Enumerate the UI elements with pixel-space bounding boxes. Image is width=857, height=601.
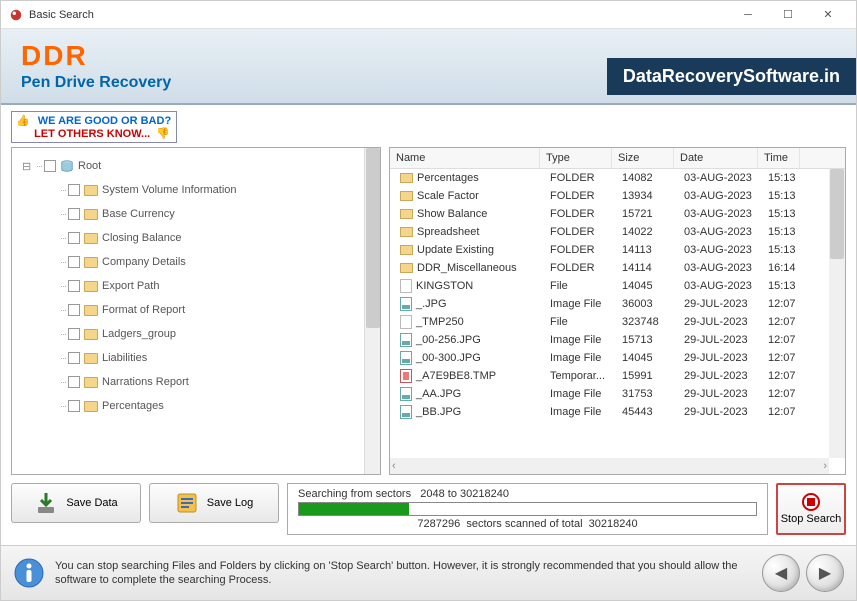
folder-icon <box>400 173 413 183</box>
tree-item[interactable]: ···Liabilities <box>18 346 356 370</box>
back-button[interactable]: ◀ <box>762 554 800 592</box>
folder-icon <box>84 401 98 412</box>
save-data-icon <box>34 491 58 515</box>
folder-icon <box>400 263 413 273</box>
tree-item[interactable]: ···System Volume Information <box>18 178 356 202</box>
table-row[interactable]: _TMP250File32374829-JUL-202312:07 <box>390 313 845 331</box>
table-row[interactable]: _A7E9BE8.TMPTemporar...1599129-JUL-20231… <box>390 367 845 385</box>
save-data-label: Save Data <box>66 497 117 509</box>
tmp-icon <box>400 369 412 383</box>
app-icon <box>9 8 23 22</box>
minimize-button[interactable]: ─ <box>728 3 768 27</box>
save-data-button[interactable]: Save Data <box>11 483 141 523</box>
stop-search-label: Stop Search <box>781 513 842 525</box>
folder-icon <box>84 209 98 220</box>
stop-icon <box>802 493 820 511</box>
col-time[interactable]: Time <box>758 148 800 168</box>
close-button[interactable]: ✕ <box>808 3 848 27</box>
progress-bar <box>298 502 757 516</box>
thumbs-down-icon: 👎 <box>156 128 170 140</box>
table-row[interactable]: Scale FactorFOLDER1393403-AUG-202315:13 <box>390 187 845 205</box>
list-scrollbar-vertical[interactable] <box>829 169 845 458</box>
back-arrow-icon: ◀ <box>775 563 787 583</box>
tree-item[interactable]: ···Base Currency <box>18 202 356 226</box>
save-log-label: Save Log <box>207 497 253 509</box>
window-title: Basic Search <box>29 9 728 21</box>
col-size[interactable]: Size <box>612 148 674 168</box>
folder-icon <box>400 191 413 201</box>
list-header: Name Type Size Date Time <box>390 148 845 169</box>
table-row[interactable]: Update ExistingFOLDER1411303-AUG-202315:… <box>390 241 845 259</box>
progress-range: 2048 to 30218240 <box>420 488 509 500</box>
folder-icon <box>84 281 98 292</box>
doc-icon <box>400 279 412 293</box>
folder-icon <box>84 185 98 196</box>
info-icon <box>13 557 45 589</box>
promo-line1: WE ARE GOOD OR BAD? <box>38 115 171 127</box>
file-list-panel: Name Type Size Date Time PercentagesFOLD… <box>389 147 846 475</box>
website-label: DataRecoverySoftware.in <box>607 58 856 95</box>
progress-panel: Searching from sectors 2048 to 30218240 … <box>287 483 768 535</box>
table-row[interactable]: DDR_MiscellaneousFOLDER1411403-AUG-20231… <box>390 259 845 277</box>
img-icon <box>400 333 412 347</box>
footer-tip: You can stop searching Files and Folders… <box>55 559 752 588</box>
folder-icon <box>400 209 413 219</box>
folder-icon <box>400 227 413 237</box>
thumbs-up-icon: 👍 <box>16 115 30 127</box>
tree-item[interactable]: ···Format of Report <box>18 298 356 322</box>
folder-tree-panel: ⊟···Root···System Volume Information···B… <box>11 147 381 475</box>
promo-line2: LET OTHERS KNOW... <box>34 128 150 140</box>
table-row[interactable]: Show BalanceFOLDER1572103-AUG-202315:13 <box>390 205 845 223</box>
tree-scrollbar[interactable] <box>364 148 380 474</box>
progress-total: 30218240 <box>589 518 638 530</box>
col-date[interactable]: Date <box>674 148 758 168</box>
table-row[interactable]: _.JPGImage File3600329-JUL-202312:07 <box>390 295 845 313</box>
tree-root[interactable]: ⊟···Root <box>18 154 356 178</box>
doc-icon <box>400 315 412 329</box>
tree-item[interactable]: ···Export Path <box>18 274 356 298</box>
img-icon <box>400 387 412 401</box>
save-log-button[interactable]: Save Log <box>149 483 279 523</box>
folder-icon <box>84 233 98 244</box>
tree-item[interactable]: ···Narrations Report <box>18 370 356 394</box>
tree-item[interactable]: ···Ladgers_group <box>18 322 356 346</box>
tree-item[interactable]: ···Percentages <box>18 394 356 418</box>
folder-icon <box>84 377 98 388</box>
folder-icon <box>84 257 98 268</box>
folder-icon <box>400 245 413 255</box>
folder-icon <box>84 329 98 340</box>
img-icon <box>400 297 412 311</box>
titlebar: Basic Search ─ ☐ ✕ <box>1 1 856 29</box>
progress-label: Searching from sectors <box>298 488 411 500</box>
save-log-icon <box>175 491 199 515</box>
table-row[interactable]: KINGSTONFile1404503-AUG-202315:13 <box>390 277 845 295</box>
next-arrow-icon: ▶ <box>819 563 831 583</box>
footer: You can stop searching Files and Folders… <box>1 545 856 600</box>
banner: DDR Pen Drive Recovery DataRecoverySoftw… <box>1 29 856 105</box>
maximize-button[interactable]: ☐ <box>768 3 808 27</box>
table-row[interactable]: _00-300.JPGImage File1404529-JUL-202312:… <box>390 349 845 367</box>
stop-search-button[interactable]: Stop Search <box>776 483 846 535</box>
promo-banner[interactable]: 👍 WE ARE GOOD OR BAD? LET OTHERS KNOW...… <box>11 111 846 143</box>
table-row[interactable]: _BB.JPGImage File4544329-JUL-202312:07 <box>390 403 845 421</box>
table-row[interactable]: _00-256.JPGImage File1571329-JUL-202312:… <box>390 331 845 349</box>
col-type[interactable]: Type <box>540 148 612 168</box>
folder-icon <box>84 353 98 364</box>
col-name[interactable]: Name <box>390 148 540 168</box>
folder-icon <box>84 305 98 316</box>
table-row[interactable]: PercentagesFOLDER1408203-AUG-202315:13 <box>390 169 845 187</box>
progress-scanned: 7287296 <box>417 518 460 530</box>
next-button[interactable]: ▶ <box>806 554 844 592</box>
list-scrollbar-horizontal[interactable]: ‹› <box>390 458 829 474</box>
tree-item[interactable]: ···Company Details <box>18 250 356 274</box>
table-row[interactable]: _AA.JPGImage File3175329-JUL-202312:07 <box>390 385 845 403</box>
progress-mid: sectors scanned of total <box>466 518 582 530</box>
drive-icon <box>60 159 74 173</box>
img-icon <box>400 405 412 419</box>
tree-item[interactable]: ···Closing Balance <box>18 226 356 250</box>
img-icon <box>400 351 412 365</box>
table-row[interactable]: SpreadsheetFOLDER1402203-AUG-202315:13 <box>390 223 845 241</box>
